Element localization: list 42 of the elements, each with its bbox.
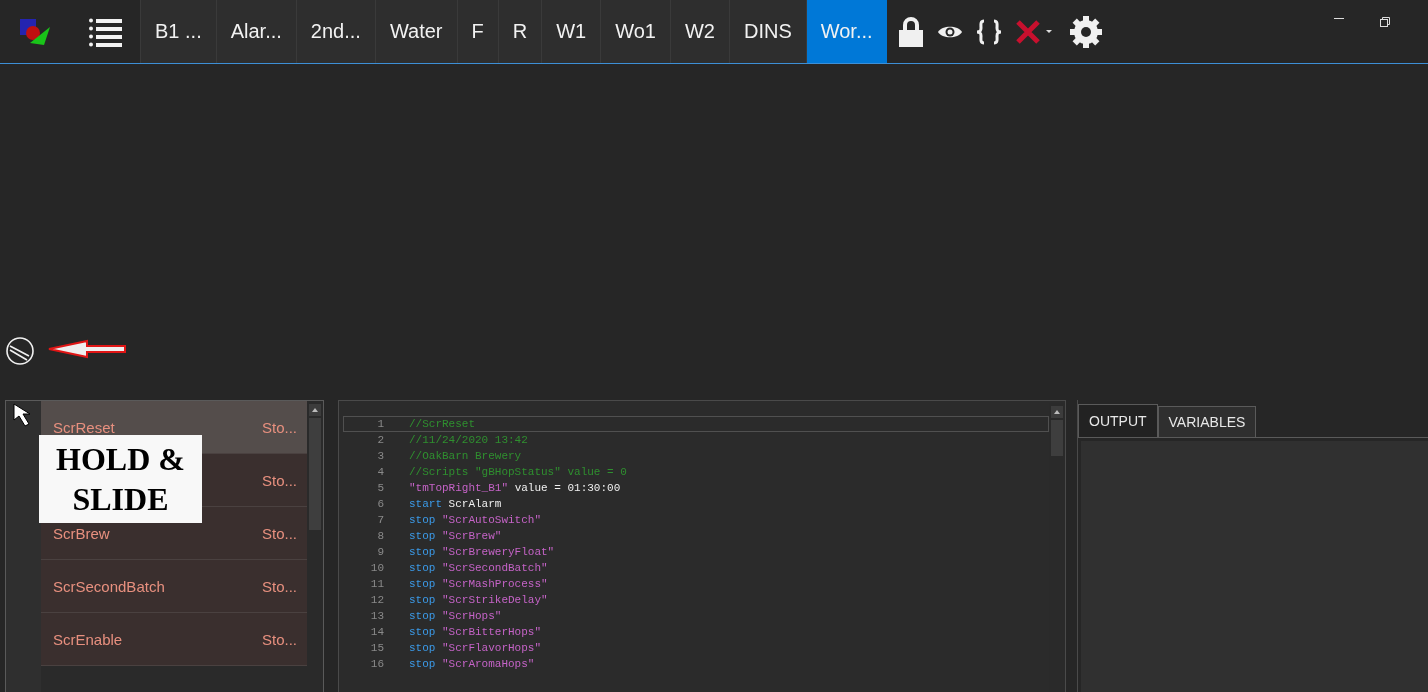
code-text: stop "ScrStrikeDelay" <box>409 594 548 606</box>
code-text: //Scripts "gBHopStatus" value = 0 <box>409 466 627 478</box>
script-status: Sto... <box>261 630 297 648</box>
script-status: Sto... <box>261 418 297 436</box>
line-number: 4 <box>376 466 384 478</box>
code-text: stop "ScrMashProcess" <box>409 578 548 590</box>
line-number: 10 <box>369 562 384 574</box>
line-number: 14 <box>369 626 384 638</box>
code-text: stop "ScrFlavorHops" <box>409 642 542 654</box>
script-name: ScrReset <box>53 418 115 436</box>
line-number: 9 <box>376 546 384 558</box>
code-text: start ScrAlarm <box>409 498 502 510</box>
line-number: 5 <box>376 482 384 494</box>
line-number: 16 <box>369 658 384 670</box>
line-number: 8 <box>376 530 384 542</box>
line-number: 6 <box>376 498 384 510</box>
script-status: Sto... <box>261 471 297 489</box>
script-name: ScrEnable <box>53 630 123 648</box>
line-number: 3 <box>376 450 384 462</box>
code-text: stop "ScrBrew" <box>409 530 502 542</box>
line-number: 2 <box>376 434 384 446</box>
script-status: Sto... <box>261 524 297 542</box>
line-number: 13 <box>369 610 384 622</box>
script-status: Sto... <box>261 577 297 595</box>
code-text: stop "ScrBitterHops" <box>409 626 542 638</box>
line-number: 7 <box>376 514 384 526</box>
script-name: ScrSecondBatch <box>53 577 165 595</box>
code-text: stop "ScrAromaHops" <box>409 658 535 670</box>
code-text: //11/24/2020 13:42 <box>409 434 528 446</box>
code-text: //OakBarn Brewery <box>409 450 522 462</box>
line-number: 12 <box>369 594 384 606</box>
line-number: 1 <box>376 418 384 430</box>
code-text: stop "ScrBreweryFloat" <box>409 546 555 558</box>
code-text: //ScrReset <box>409 418 475 430</box>
code-text: stop "ScrSecondBatch" <box>409 562 548 574</box>
code-text: "tmTopRight_B1" value = 01:30:00 <box>409 482 621 494</box>
line-number: 11 <box>369 578 384 590</box>
script-name: ScrBrew <box>53 524 110 542</box>
line-number: 15 <box>369 642 384 654</box>
hold-and-slide-tooltip: HOLD & SLIDE <box>39 435 202 523</box>
code-text: stop "ScrHops" <box>409 610 502 622</box>
code-text: stop "ScrAutoSwitch" <box>409 514 542 526</box>
